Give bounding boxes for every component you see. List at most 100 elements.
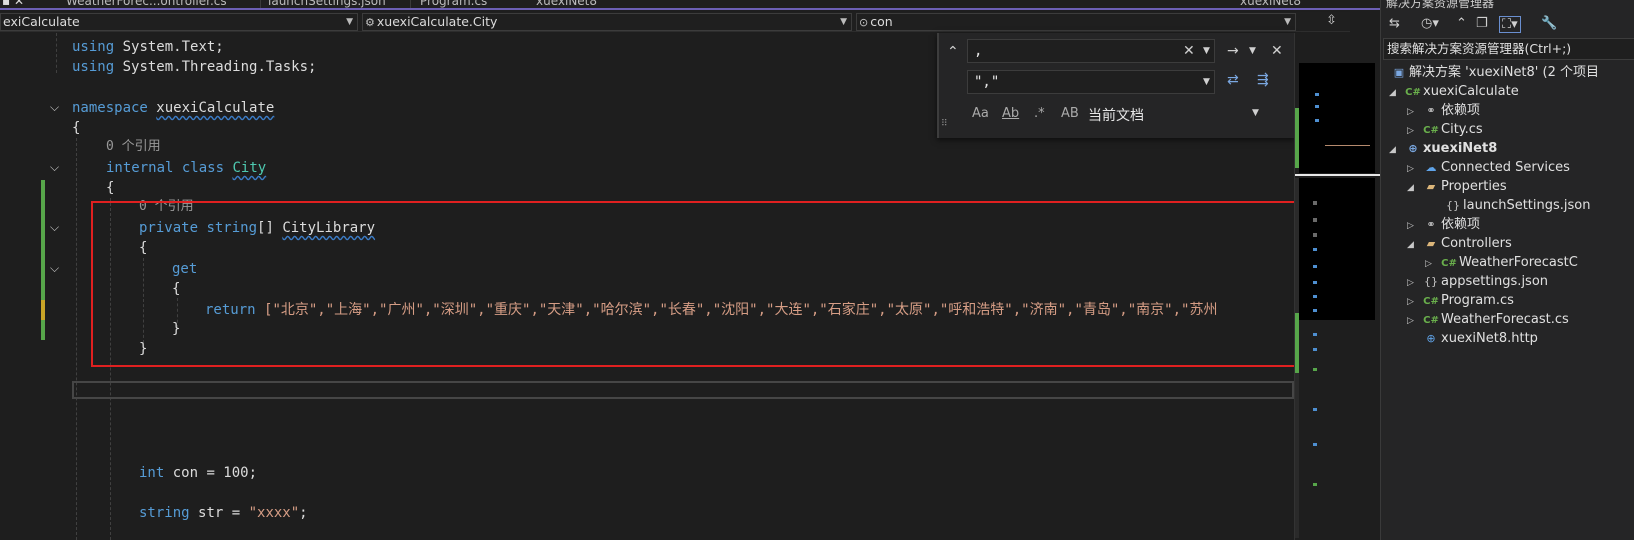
csharp-file-icon: C# [1423, 125, 1439, 136]
tree-item-appsettings[interactable]: ▷{} appsettings.json [1407, 272, 1548, 291]
minimap-line [1313, 483, 1317, 486]
tab-launchsettings[interactable]: launchSettings.json [268, 0, 386, 8]
tree-item-http-file[interactable]: ⊕ xuexiNet8.http [1421, 329, 1538, 348]
close-icon[interactable]: ✕ [1271, 42, 1283, 60]
collapse-all-icon[interactable]: ⌃ [1456, 16, 1467, 31]
csharp-file-icon: C# [1423, 315, 1439, 326]
tree-item-program-cs[interactable]: ▷ C# Program.cs [1407, 291, 1514, 310]
chevron-down-icon: ▼ [1284, 17, 1291, 27]
tree-item-xuexinet8[interactable]: ◢ ⊕ xuexiNet8 [1389, 139, 1497, 158]
search-history-chevron-down-icon[interactable]: ▼ [1203, 42, 1210, 60]
switch-views-icon[interactable]: ⇆ [1389, 16, 1400, 31]
match-case-option[interactable]: Aa [972, 106, 989, 121]
find-scope-dropdown[interactable]: 当前文档 [1088, 105, 1144, 125]
pending-changes-icon[interactable]: ◷▾ [1421, 16, 1439, 31]
split-editor-icon[interactable]: ⇳ [1326, 13, 1337, 28]
class-dropdown[interactable]: ⚙ xuexiCalculate.City ▼ [362, 13, 852, 31]
minimap-line [1313, 201, 1317, 205]
tab-weatherforecast-controller[interactable]: WeatherForec...ontroller.cs [66, 0, 227, 8]
show-all-files-icon[interactable]: ❐ [1476, 16, 1488, 31]
current-line-highlight [72, 381, 1294, 399]
replace-input[interactable]: "," [967, 70, 1215, 94]
project-dropdown[interactable]: exiCalculate ▼ [0, 13, 358, 31]
tree-item-label: WeatherForecastC [1459, 255, 1578, 270]
tree-item-label: appsettings.json [1441, 274, 1549, 289]
unsaved-lines-marker [41, 300, 45, 320]
panel-title: 解决方案资源管理器 [1386, 0, 1495, 10]
tree-item-weatherforecast-controller[interactable]: ▷ C# WeatherForecastC [1425, 253, 1578, 272]
changed-lines-marker [41, 320, 45, 340]
preserve-case-option[interactable]: AB [1061, 106, 1079, 121]
code-line-int-con: int con = 100; [139, 463, 257, 483]
collapse-replace-icon[interactable]: ⌃ [947, 43, 959, 61]
namespace-ref: System.Text; [122, 39, 224, 55]
expanded-arrow-icon[interactable]: ◢ [1407, 179, 1421, 198]
member-dropdown[interactable]: ⊙ con ▼ [856, 13, 1296, 31]
minimap-position-line [1295, 174, 1381, 176]
keyword: using [72, 59, 115, 75]
dependencies-icon: ⚭ [1426, 218, 1436, 231]
collapsed-arrow-icon[interactable]: ▷ [1407, 312, 1421, 331]
tab-close-icon[interactable]: ▪ ✕ [2, 0, 24, 8]
tree-item-city-cs[interactable]: ▷ C# City.cs [1407, 120, 1483, 139]
replace-all-icon[interactable]: ⇶ [1257, 71, 1269, 89]
clear-search-icon[interactable]: ✕ [1183, 42, 1195, 60]
expanded-arrow-icon[interactable]: ◢ [1389, 84, 1403, 103]
expanded-arrow-icon[interactable]: ◢ [1389, 141, 1403, 160]
resize-grip-icon[interactable]: ⠿ [941, 115, 948, 133]
sync-with-document-icon[interactable]: ⛶▾ [1499, 16, 1521, 33]
tab-xuexinet8-overflow[interactable]: xuexiNet8 [1240, 0, 1301, 8]
code-line-using-threading: using System.Threading.Tasks; [72, 57, 316, 77]
tree-item-solution[interactable]: ▣ 解决方案 'xuexiNet8' (2 个项目 [1389, 63, 1599, 82]
minimap-line [1315, 119, 1319, 122]
class-icon: ⚙ [365, 16, 375, 29]
collapse-property-icon[interactable]: ⌵ [50, 220, 59, 235]
codelens-reference-count[interactable]: 0 个引用 [106, 137, 161, 157]
tree-item-dependencies[interactable]: ▷ ⚭ 依赖项 [1407, 101, 1480, 120]
code-line-brace-close: } [172, 321, 181, 337]
properties-wrench-icon[interactable]: 🔧 [1541, 16, 1557, 31]
minimap-line [1313, 265, 1317, 268]
collapse-class-icon[interactable]: ⌵ [50, 160, 59, 175]
minimap-change-marker [1295, 313, 1299, 373]
tree-item-dependencies-net8[interactable]: ▷ ⚭ 依赖项 [1407, 215, 1480, 234]
tree-item-label: 依赖项 [1441, 217, 1481, 232]
tree-item-connected-services[interactable]: ▷ ☁ Connected Services [1407, 158, 1570, 177]
tree-item-label: xuexiCalculate [1423, 84, 1519, 99]
tab-xuexinet8[interactable]: xuexiNet8 [536, 0, 597, 8]
minimap-line [1313, 248, 1317, 251]
replace-next-icon[interactable]: ⇄ [1227, 71, 1239, 89]
tree-item-controllers[interactable]: ◢ ▰ Controllers [1407, 234, 1512, 253]
find-input[interactable]: , [967, 39, 1215, 63]
minimap-line [1325, 145, 1370, 146]
minimap-viewport-top [1299, 63, 1375, 173]
tree-item-properties[interactable]: ◢ ▰ Properties [1407, 177, 1507, 196]
find-options-chevron-down-icon[interactable]: ▼ [1249, 42, 1256, 60]
tree-item-xuexicalculate[interactable]: ◢ C# xuexiCalculate [1389, 82, 1519, 101]
keyword: class [181, 160, 225, 176]
tree-item-launchsettings[interactable]: {} launchSettings.json [1443, 196, 1590, 215]
tab-program[interactable]: Program.cs [420, 0, 487, 8]
expanded-arrow-icon[interactable]: ◢ [1407, 236, 1421, 255]
regex-option[interactable]: .* [1034, 106, 1045, 121]
collapse-namespace-icon[interactable]: ⌵ [50, 100, 59, 115]
collapse-getter-icon[interactable]: ⌵ [50, 261, 59, 276]
match-whole-word-option[interactable]: Ab [1002, 106, 1019, 121]
chevron-down-icon: ▼ [346, 17, 353, 27]
minimap-line [1313, 309, 1317, 312]
solution-search-input[interactable]: 搜索解决方案资源管理器(Ctrl+;) [1383, 38, 1634, 60]
scrollbar-minimap[interactable] [1294, 33, 1381, 540]
scope-chevron-down-icon[interactable]: ▼ [1252, 104, 1259, 122]
keyword: using [72, 39, 115, 55]
keyword: return [205, 302, 256, 318]
replace-history-chevron-down-icon[interactable]: ▼ [1203, 73, 1210, 91]
chevron-down-icon: ▼ [840, 17, 847, 27]
tree-item-weatherforecast-cs[interactable]: ▷ C# WeatherForecast.cs [1407, 310, 1569, 329]
semicolon: ; [299, 505, 308, 521]
minimap-line [1313, 233, 1317, 237]
tree-item-label: 依赖项 [1441, 103, 1481, 118]
tree-item-label: WeatherForecast.cs [1441, 312, 1569, 327]
codelens-reference-count[interactable]: 0 个引用 [139, 197, 194, 217]
find-next-icon[interactable]: → [1227, 42, 1239, 60]
statement: str = [198, 505, 249, 521]
